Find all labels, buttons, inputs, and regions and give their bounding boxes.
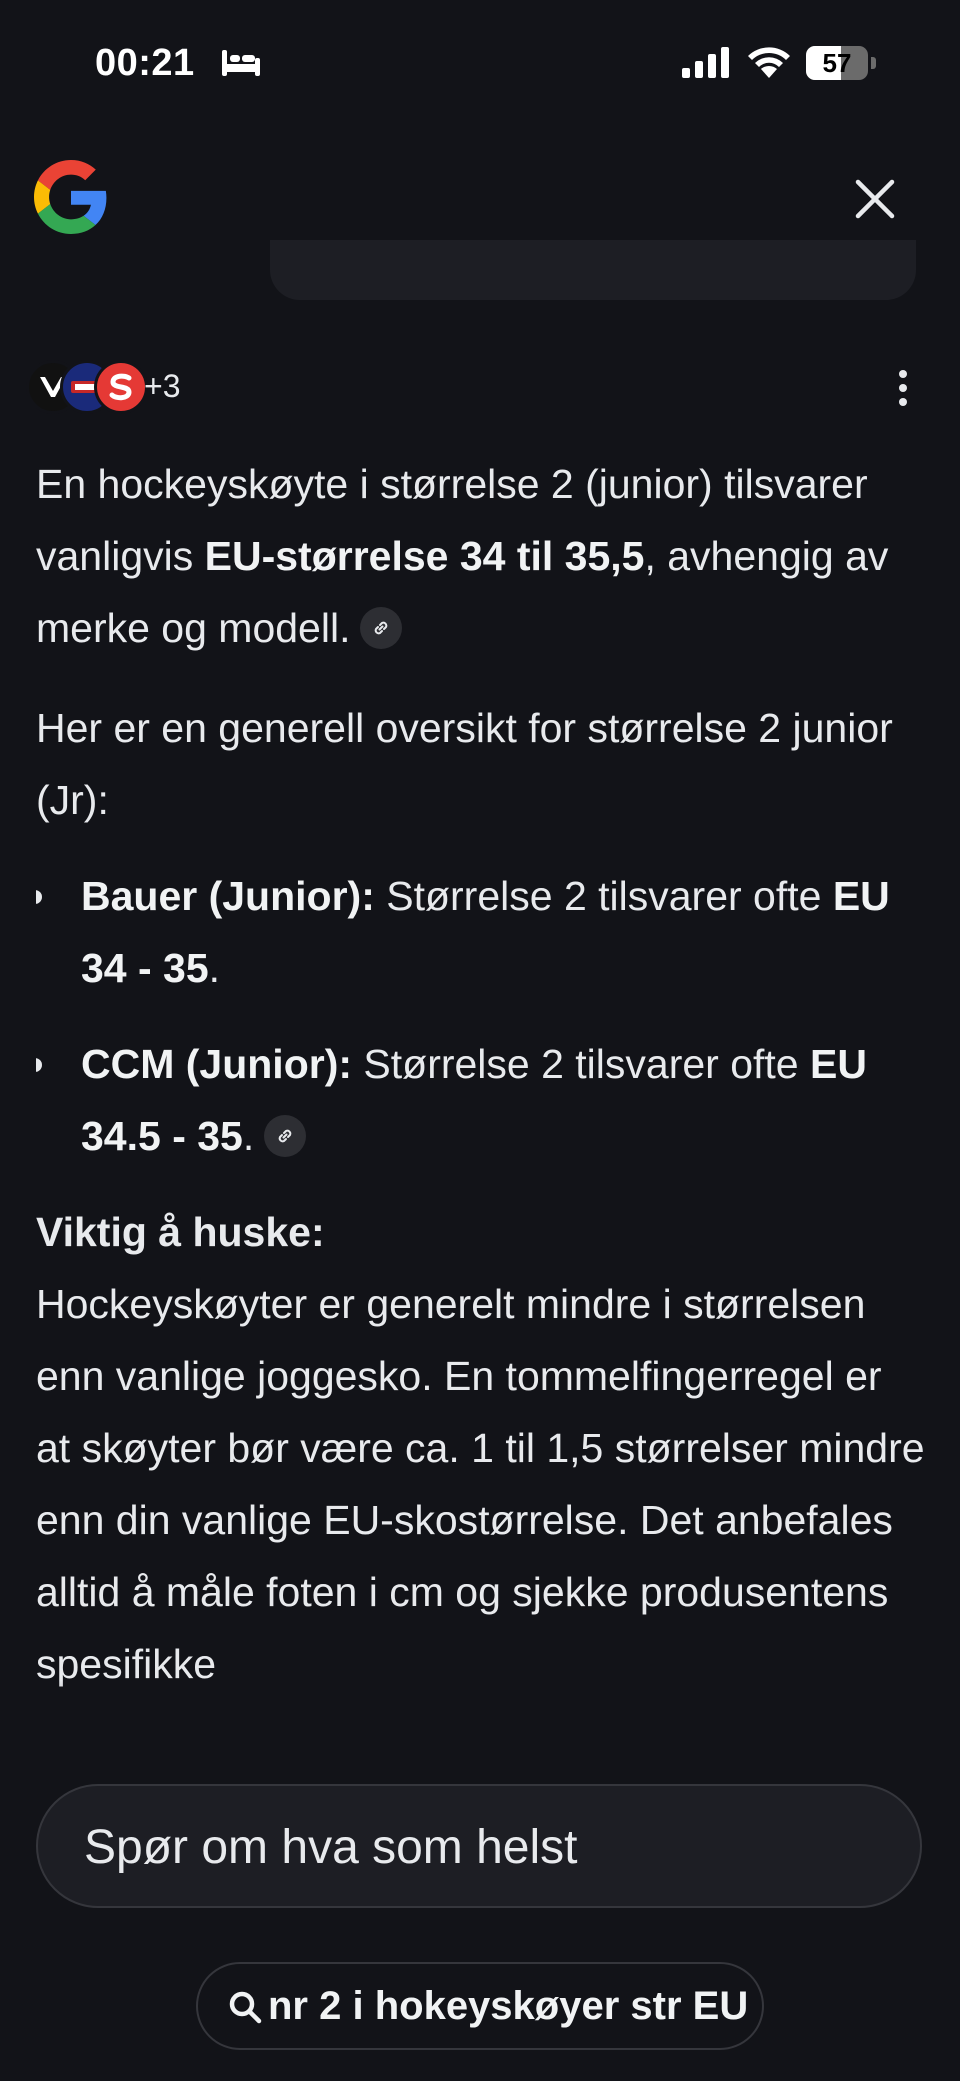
status-time: 00:21 <box>95 42 195 84</box>
note-heading: Viktig å huske: <box>36 1209 325 1255</box>
search-icon <box>229 1991 262 2024</box>
close-button[interactable] <box>848 172 902 226</box>
battery-indicator: 57 <box>806 46 876 80</box>
close-icon <box>855 179 895 219</box>
citation-link[interactable] <box>264 1115 307 1158</box>
search-suggestion-chip[interactable]: nr 2 i hokeyskøyer str EU <box>196 1962 764 2050</box>
ai-answer: En hockeyskøyte i størrelse 2 (junior) t… <box>36 448 926 1753</box>
citation-link[interactable] <box>360 607 403 650</box>
list-item: Bauer (Junior): Størrelse 2 tilsvarer of… <box>36 860 926 1004</box>
sources-count: +3 <box>144 368 181 404</box>
bed-icon <box>222 50 260 76</box>
size-list: Bauer (Junior): Størrelse 2 tilsvarer of… <box>36 860 926 1172</box>
more-options-icon[interactable] <box>888 366 918 410</box>
search-chip-label: nr 2 i hokeyskøyer str EU <box>268 1984 749 2028</box>
screen: 00:21 57 +3 En hockeyskøyte i størrelse … <box>0 0 960 2081</box>
wifi-icon <box>748 47 790 78</box>
answer-intro: En hockeyskøyte i størrelse 2 (junior) t… <box>36 461 889 651</box>
note-text: Hockeyskøyter er generelt mindre i størr… <box>36 1281 925 1687</box>
link-icon <box>278 1129 292 1143</box>
ask-input[interactable] <box>82 1786 866 1908</box>
answer-overview: Her er en generell oversikt for størrels… <box>36 705 893 823</box>
list-item: CCM (Junior): Størrelse 2 tilsvarer ofte… <box>36 1028 926 1172</box>
content-fade <box>0 1680 960 1760</box>
link-icon <box>375 621 388 635</box>
ask-input-container[interactable] <box>36 1784 922 1908</box>
battery-level: 57 <box>822 48 852 78</box>
sport-s-logo <box>94 360 148 414</box>
collapsed-query-pill <box>270 240 916 300</box>
google-logo <box>34 160 107 234</box>
sources-row[interactable]: +3 <box>26 360 226 414</box>
cellular-signal-icon <box>682 47 729 78</box>
status-bar: 00:21 57 <box>0 0 960 130</box>
